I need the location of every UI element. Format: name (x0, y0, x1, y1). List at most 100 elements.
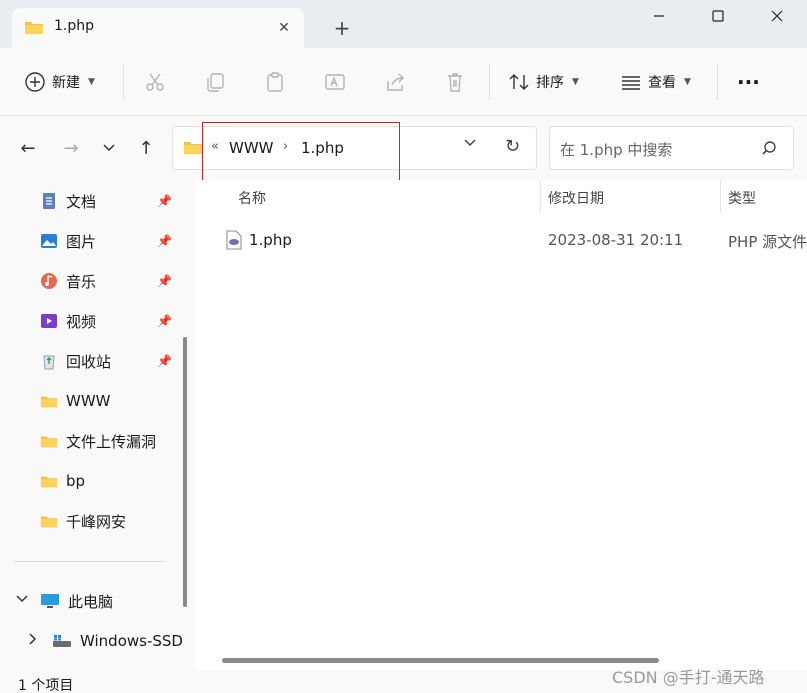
sidebar-scrollbar[interactable] (183, 337, 187, 607)
paste-button[interactable] (264, 68, 286, 96)
sidebar-item-www[interactable]: WWW (40, 389, 111, 413)
plus-circle-icon (25, 72, 45, 92)
tab-title: 1.php (54, 18, 95, 34)
sidebar-item-bp[interactable]: bp (40, 469, 85, 493)
sidebar-item-qianfeng[interactable]: 千峰网安 (40, 509, 126, 533)
pin-icon: 📌 (157, 234, 172, 248)
new-label: 新建 (52, 75, 80, 91)
pictures-icon (41, 234, 57, 248)
folder-icon (40, 396, 58, 408)
column-header-name[interactable]: 名称 (238, 188, 266, 208)
close-tab-icon[interactable]: ✕ (274, 18, 294, 38)
sidebar-item-videos[interactable]: 视频 (40, 309, 96, 333)
sidebar-item-recycle-bin[interactable]: 回收站 (40, 349, 111, 373)
folder-icon (40, 516, 58, 528)
sidebar-item-file-upload-vuln[interactable]: 文件上传漏洞 (40, 429, 156, 453)
chevron-down-icon: ▼ (684, 77, 691, 87)
sidebar-item-label: Windows-SSD (80, 632, 183, 650)
scissors-icon (146, 73, 164, 91)
folder-icon (24, 19, 44, 39)
column-divider[interactable] (540, 180, 541, 212)
navigation-row: ← → ↑ « WWW › 1.php ↻ 在 1.php 中搜索 (0, 116, 807, 180)
maximize-icon (712, 10, 724, 22)
sidebar-item-label: 文件上传漏洞 (66, 432, 157, 451)
close-window-button[interactable] (747, 0, 807, 32)
sort-button[interactable]: 排序 ▼ (508, 68, 579, 96)
sidebar-item-documents[interactable]: 文档 (40, 189, 96, 213)
table-row[interactable]: 1.php 2023-08-31 20:11 PHP 源文件 (224, 228, 807, 252)
horizontal-scrollbar[interactable] (222, 658, 659, 663)
up-button[interactable]: ↑ (132, 136, 160, 160)
chevron-down-icon (103, 144, 115, 152)
title-bar: 1.php ✕ + (0, 0, 807, 48)
sidebar-item-label: 文档 (66, 192, 97, 211)
navigation-pane: 文档 📌 图片 📌 音乐 📌 视频 📌 回收站 📌 WWW 文件上传漏洞 bp (0, 180, 196, 670)
sidebar-item-label: 音乐 (66, 272, 97, 291)
tab-1-php[interactable]: 1.php ✕ (12, 8, 304, 48)
file-list: 名称 修改日期 类型 1.php 2023-08-31 20:11 PHP 源文… (196, 180, 807, 670)
share-button[interactable] (384, 68, 406, 96)
chevron-down-icon: ▼ (572, 77, 579, 87)
rename-icon (325, 74, 345, 90)
sort-icon (509, 74, 529, 90)
minimize-icon (654, 15, 664, 17)
sidebar-item-label: 视频 (66, 312, 97, 331)
sidebar-item-label: 图片 (66, 232, 97, 251)
recent-locations-button[interactable] (95, 136, 123, 160)
sidebar-item-label: 此电脑 (68, 592, 114, 611)
sort-label: 排序 (536, 75, 564, 91)
copy-icon (207, 73, 224, 92)
file-modified: 2023-08-31 20:11 (548, 231, 684, 249)
sidebar-divider (14, 561, 165, 562)
annotation-highlight-box (202, 122, 400, 186)
divider (489, 64, 490, 100)
copy-button[interactable] (204, 68, 226, 96)
music-icon (41, 273, 57, 289)
drive-icon (53, 635, 71, 647)
forward-button[interactable]: → (57, 136, 85, 160)
documents-icon (43, 193, 55, 209)
new-button[interactable]: 新建 ▼ (24, 68, 95, 96)
sidebar-item-label: 千峰网安 (66, 512, 127, 531)
column-header-type[interactable]: 类型 (728, 188, 756, 208)
file-type: PHP 源文件 (728, 233, 807, 251)
expand-chevron-icon[interactable] (28, 633, 38, 648)
watermark: CSDN @手打-通天路 (612, 668, 765, 687)
share-icon (387, 73, 404, 91)
search-placeholder: 在 1.php 中搜索 (560, 141, 673, 159)
view-label: 查看 (648, 75, 676, 91)
divider (123, 64, 124, 100)
view-button[interactable]: 查看 ▼ (620, 68, 691, 96)
more-options-button[interactable]: ··· (737, 68, 760, 96)
maximize-button[interactable] (688, 0, 748, 32)
sidebar-item-windows-ssd[interactable]: Windows-SSD (52, 629, 183, 653)
close-icon (771, 10, 783, 22)
delete-button[interactable] (444, 68, 466, 96)
divider (717, 64, 718, 100)
pin-icon: 📌 (157, 354, 172, 368)
chevron-down-icon: ▼ (88, 77, 95, 87)
view-list-icon (622, 76, 640, 90)
column-header-modified[interactable]: 修改日期 (548, 188, 604, 208)
trash-icon (448, 73, 462, 92)
back-button[interactable]: ← (14, 136, 42, 160)
paste-icon (267, 72, 283, 92)
command-bar: 新建 ▼ 排序 ▼ 查看 ▼ ··· (0, 48, 807, 116)
sidebar-item-this-pc[interactable]: 此电脑 (40, 589, 113, 613)
new-tab-button[interactable]: + (330, 16, 354, 40)
rename-button[interactable] (324, 68, 346, 96)
expand-chevron-icon[interactable] (16, 593, 28, 607)
cut-button[interactable] (144, 68, 166, 96)
column-divider[interactable] (720, 180, 721, 212)
recycle-bin-icon (43, 355, 55, 370)
item-count: 1 个项目 (18, 678, 74, 693)
videos-icon (41, 314, 57, 328)
address-dropdown-icon[interactable] (463, 137, 477, 151)
folder-icon (40, 436, 58, 448)
sidebar-item-music[interactable]: 音乐 (40, 269, 96, 293)
search-input[interactable]: 在 1.php 中搜索 (549, 126, 794, 170)
sidebar-item-label: WWW (66, 392, 111, 410)
refresh-icon[interactable]: ↻ (505, 136, 520, 157)
minimize-button[interactable] (629, 0, 689, 32)
sidebar-item-pictures[interactable]: 图片 (40, 229, 96, 253)
